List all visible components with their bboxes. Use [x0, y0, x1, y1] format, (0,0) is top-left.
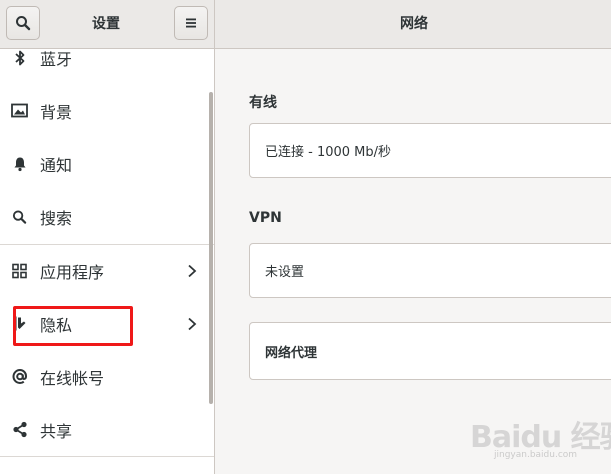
vpn-section-label: VPN: [249, 210, 282, 226]
search-button[interactable]: [6, 6, 40, 40]
sidebar-header: 设置: [0, 0, 214, 49]
search-icon: [11, 208, 28, 225]
chevron-right-icon: [188, 264, 197, 277]
sidebar-separator: [0, 456, 214, 457]
page-title: 网络: [400, 16, 428, 32]
vpn-row[interactable]: 未设置: [249, 243, 611, 298]
network-proxy-label: 网络代理: [265, 345, 318, 361]
at-sign-icon: [11, 368, 28, 385]
sidebar-item-notifications[interactable]: 通知: [0, 137, 214, 190]
bell-icon: [11, 155, 28, 172]
share-icon: [11, 421, 28, 438]
main-header: 网络: [215, 0, 611, 49]
sidebar-item-label: 背景: [40, 102, 73, 122]
wired-section-label: 有线: [249, 95, 277, 111]
sidebar-list: 蓝牙 背景 通知 搜索 应用程序 隐私 在线帐号 共享: [0, 49, 214, 474]
baidu-watermark: Baidu 经验 jingyan.baidu.com: [470, 404, 611, 470]
image-icon: [11, 102, 28, 119]
sidebar-item-label: 应用程序: [40, 262, 105, 282]
bluetooth-icon: [11, 49, 28, 66]
sidebar-title: 设置: [92, 16, 120, 32]
highlight-annotation-box: [13, 306, 133, 346]
sidebar-item-online-accounts[interactable]: 在线帐号: [0, 350, 214, 403]
watermark-url: jingyan.baidu.com: [494, 450, 578, 460]
sidebar-item-label: 搜索: [40, 208, 73, 228]
sidebar-item-label: 通知: [40, 155, 73, 175]
sidebar-item-bluetooth[interactable]: 蓝牙: [0, 49, 214, 84]
search-icon: [16, 16, 31, 31]
chevron-right-icon: [188, 317, 197, 330]
sidebar-item-label: 共享: [40, 421, 73, 441]
sidebar-scrollbar[interactable]: [209, 92, 213, 404]
sidebar-item-label: 在线帐号: [40, 368, 105, 388]
wired-connection-row[interactable]: 已连接 - 1000 Mb/秒: [249, 123, 611, 178]
sidebar-item-search[interactable]: 搜索: [0, 190, 214, 243]
hamburger-menu-icon: [186, 18, 196, 28]
sidebar-item-background[interactable]: 背景: [0, 84, 214, 137]
sidebar: 设置 蓝牙 背景 通知 搜索 应用程序 隐私 在线帐号 共享: [0, 0, 215, 474]
wired-status: 已连接 - 1000 Mb/秒: [265, 145, 392, 160]
sidebar-item-label: 蓝牙: [40, 49, 73, 69]
apps-grid-icon: [11, 262, 28, 279]
network-proxy-row[interactable]: 网络代理: [249, 322, 611, 380]
sidebar-item-sharing[interactable]: 共享: [0, 403, 214, 456]
sidebar-item-applications[interactable]: 应用程序: [0, 244, 214, 297]
vpn-status: 未设置: [265, 265, 305, 280]
menu-button[interactable]: [174, 6, 208, 40]
